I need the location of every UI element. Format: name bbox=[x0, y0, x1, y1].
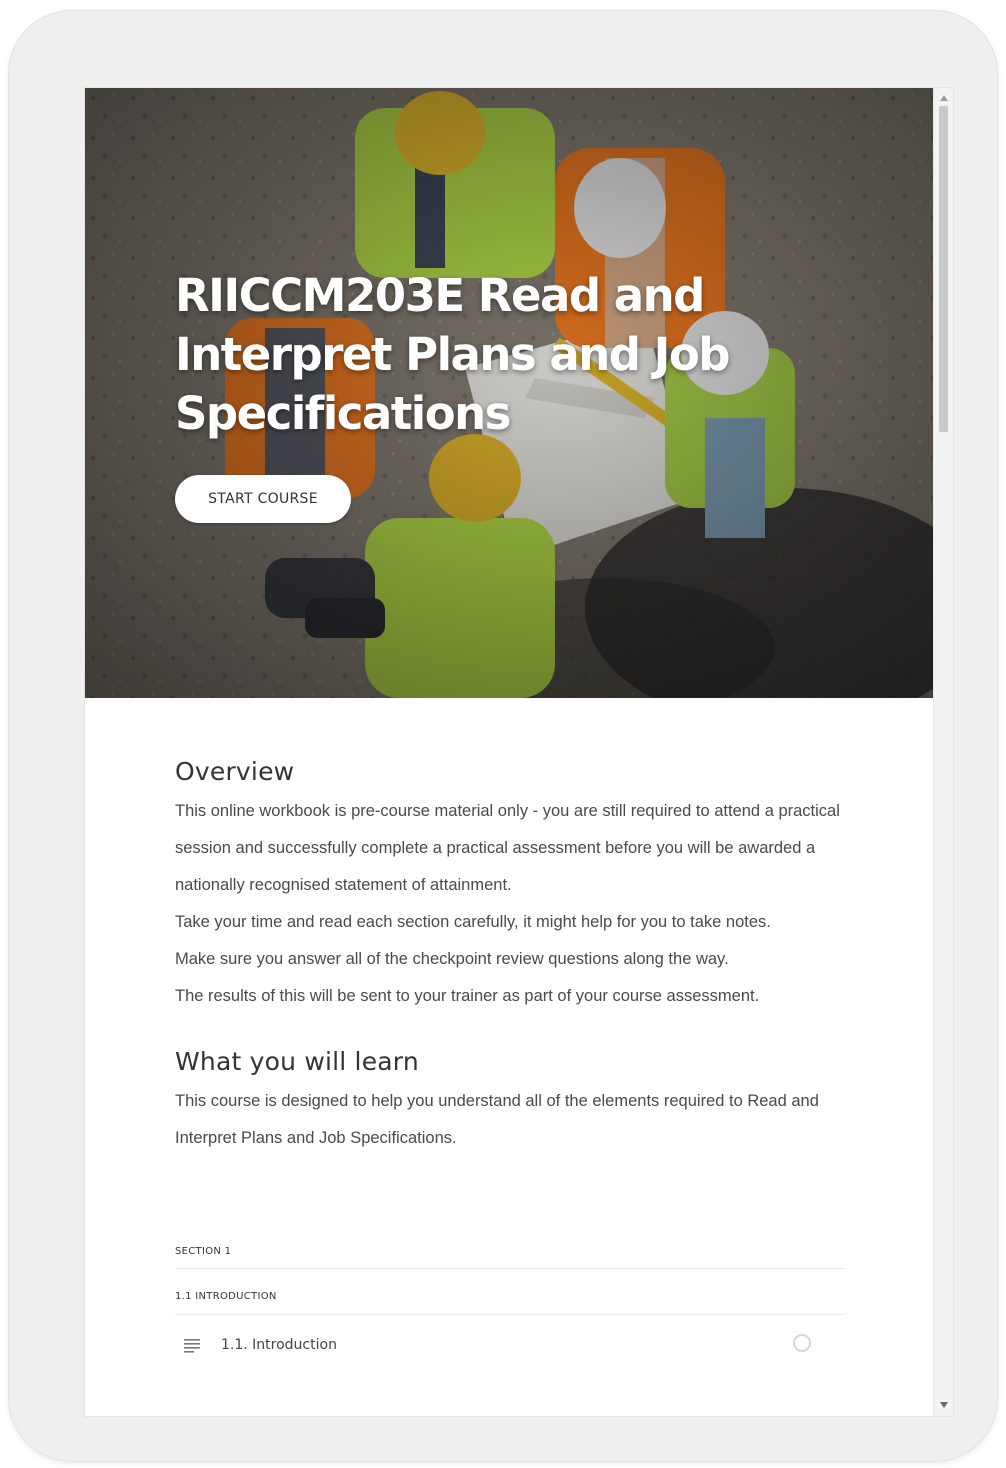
overview-heading: Overview bbox=[175, 757, 295, 786]
hero-banner: RIICCM203E Read and Interpret Plans and … bbox=[85, 88, 933, 698]
course-title: RIICCM203E Read and Interpret Plans and … bbox=[175, 269, 731, 440]
scroll-down-icon[interactable] bbox=[939, 1401, 949, 1409]
overview-paragraph: Make sure you answer all of the checkpoi… bbox=[175, 950, 729, 968]
scrollbar[interactable] bbox=[933, 88, 953, 1416]
scrollbar-thumb[interactable] bbox=[939, 106, 948, 432]
course-screen: RIICCM203E Read and Interpret Plans and … bbox=[84, 87, 954, 1417]
scroll-up-icon[interactable] bbox=[939, 94, 949, 102]
overview-paragraph: Take your time and read each section car… bbox=[175, 913, 771, 931]
learn-paragraph: This course is designed to help you unde… bbox=[175, 1092, 819, 1147]
subsection-label: 1.1 INTRODUCTION bbox=[175, 1269, 845, 1315]
progress-status-icon bbox=[793, 1334, 811, 1352]
what-you-will-learn-heading: What you will learn bbox=[175, 1047, 419, 1076]
course-outline: SECTION 1 1.1 INTRODUCTION 1.1. Introduc… bbox=[175, 1235, 845, 1375]
lesson-item[interactable]: 1.1. Introduction bbox=[175, 1315, 845, 1375]
section-label: SECTION 1 bbox=[175, 1235, 845, 1269]
start-course-button[interactable]: START COURSE bbox=[175, 475, 351, 523]
overview-paragraph: This online workbook is pre-course mater… bbox=[175, 802, 840, 894]
course-description: Overview This online workbook is pre-cou… bbox=[85, 698, 855, 1375]
text-lines-icon bbox=[181, 1334, 203, 1356]
lesson-label: 1.1. Introduction bbox=[221, 1337, 337, 1353]
overview-paragraph: The results of this will be sent to your… bbox=[175, 987, 760, 1005]
course-page: RIICCM203E Read and Interpret Plans and … bbox=[85, 88, 933, 1416]
tablet-frame: RIICCM203E Read and Interpret Plans and … bbox=[8, 10, 998, 1462]
